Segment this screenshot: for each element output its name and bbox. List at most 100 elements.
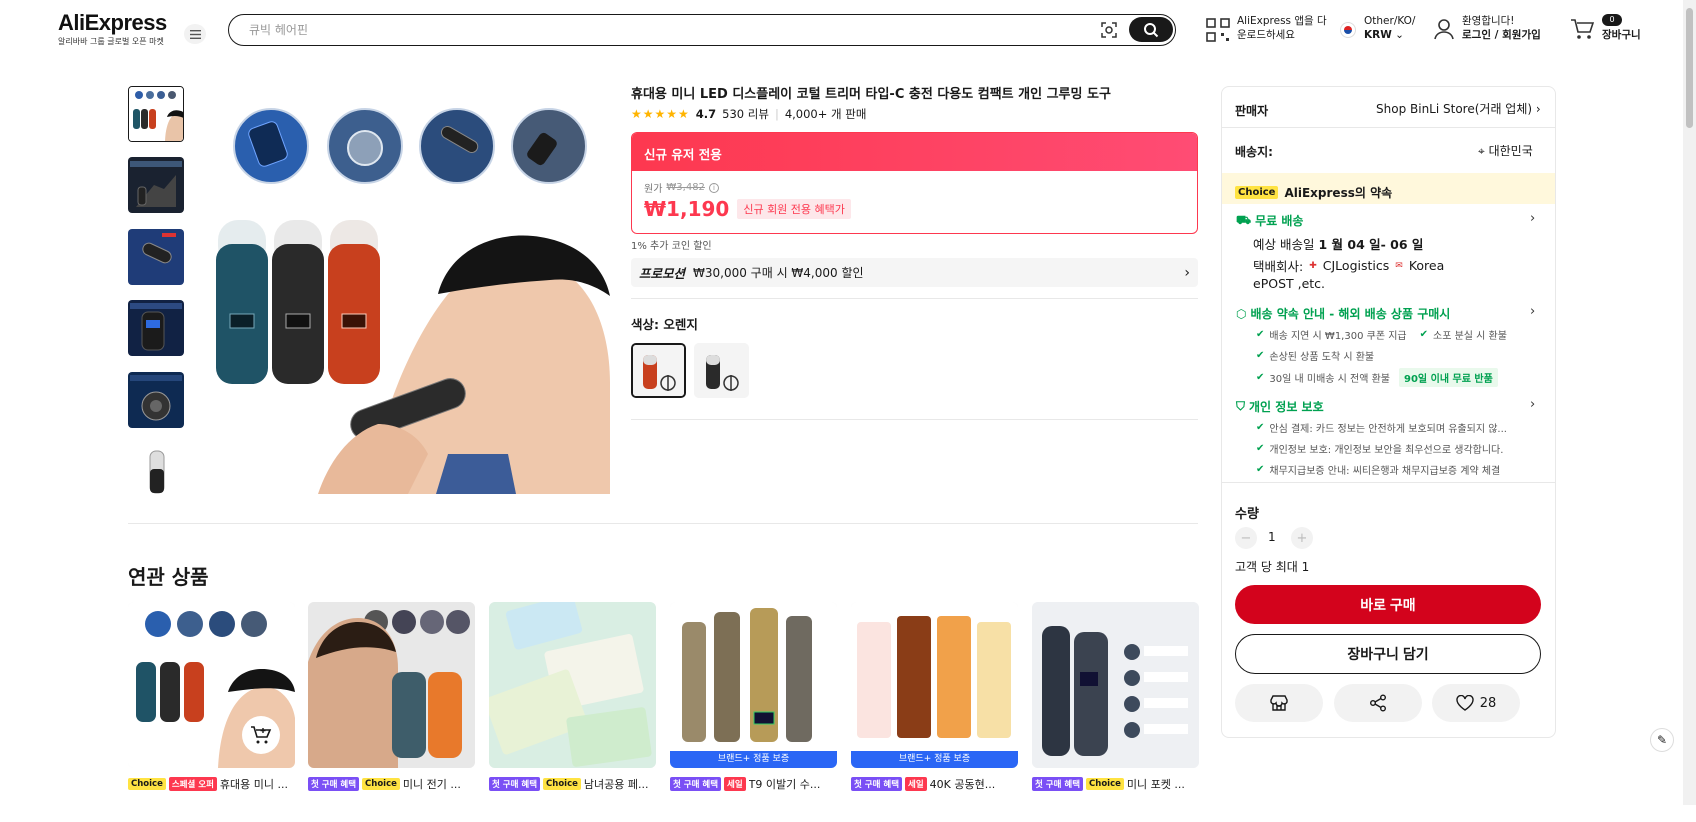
related-product-image [308,602,475,768]
related-product-name: 미니 포켓 ... [1126,778,1185,791]
login-signup-link[interactable]: 로그인 / 회원가입 [1462,29,1541,41]
gallery-thumbnail[interactable] [128,300,184,356]
aliexpress-logo[interactable]: AliExpress [58,10,167,36]
related-product-card[interactable]: 첫 구매 혜택 Choice 남녀공용 페... [489,602,656,822]
choice-tag: Choice [543,778,581,790]
main-product-image[interactable] [208,84,610,494]
first-purchase-tag: 첫 구매 혜택 [308,777,360,791]
privacy-text: 안심 결제: 카드 정보는 안전하게 보호되며 유출되지 않... [1269,424,1507,435]
promo-header: 신규 유저 전용 [632,133,1197,171]
guarantee-item: ✔ 30일 내 미배송 시 전액 환불 90일 이내 무료 반품 [1256,368,1498,387]
product-thumbnail-image [128,300,184,356]
wishlist-button[interactable]: 28 [1432,684,1520,722]
seller-link[interactable]: Shop BinLi Store(거래 업체) › [1376,100,1541,117]
star-rating-icon: ★★★★★ [631,107,690,121]
share-button[interactable] [1334,684,1422,722]
divider [631,419,1198,420]
orange-variant-image [633,345,684,396]
quantity-limit: 고객 당 최대 1 [1235,560,1310,574]
first-purchase-tag: 첫 구매 혜택 [670,777,722,791]
free-shipping-title[interactable]: ⛟ 무료 배송 [1236,212,1303,229]
gallery-thumbnail[interactable] [128,443,184,499]
shield-icon: ⛉ [1236,399,1246,413]
share-icon [1370,694,1386,712]
search-button[interactable] [1129,17,1173,42]
related-product-image: 브랜드+ 정품 보증 [670,602,837,768]
check-icon: ✔ [1256,329,1265,340]
add-to-cart-button[interactable] [242,716,280,754]
menu-button[interactable] [184,24,206,44]
page-scrollbar[interactable] [1683,0,1696,805]
quantity-decrease-button[interactable]: − [1235,527,1257,549]
privacy-title[interactable]: ⛉ 개인 정보 보호 [1236,398,1324,415]
color-option-orange[interactable] [631,343,686,398]
choice-badge: Choice [1235,186,1279,199]
related-product-card[interactable]: Choice 스페셜 오퍼 휴대용 미니 ... [128,602,295,822]
gallery-thumbnail[interactable] [128,86,184,142]
gallery-thumbnail[interactable] [128,372,184,428]
welcome-text: 환영합니다! [1462,15,1515,27]
ship-to-label: 배송지: [1235,145,1273,159]
store-button[interactable] [1235,684,1323,722]
delivery-guarantee-title[interactable]: ⬡ 배송 약속 안내 - 해외 배송 상품 구매시 [1236,305,1450,322]
brand-guarantee-bar: 브랜드+ 정품 보증 [670,751,837,768]
promotion-label: 프로모션 [639,266,686,281]
chevron-right-icon[interactable]: › [1530,211,1535,226]
privacy-item: ✔ 채무지급보증 안내: 씨티은행과 채무지급보증 계약 체결 [1256,462,1500,477]
account-menu[interactable]: 환영합니다! 로그인 / 회원가입 [1434,14,1541,42]
carrier-label: 택배회사: [1253,259,1304,274]
app-download-line1: AliExpress 앱을 다 [1237,15,1327,27]
quantity-value[interactable]: 1 [1268,530,1276,544]
sale-tag: 세일 [724,777,746,791]
chevron-right-icon[interactable]: › [1530,397,1535,412]
related-product-card[interactable]: 브랜드+ 정품 보증 첫 구매 혜택 세일 T9 이발기 수... [670,602,837,822]
related-product-name: 40K 공동현... [929,778,996,791]
color-option-black[interactable] [694,343,749,398]
sale-tag: 세일 [905,777,927,791]
edit-feedback-button[interactable]: ✎ [1650,728,1674,752]
related-product-card[interactable]: 브랜드+ 정품 보증 첫 구매 혜택 세일 40K 공동현... [851,602,1018,822]
related-product-card[interactable]: 첫 구매 혜택 Choice 미니 포켓 ... [1032,602,1199,822]
choice-promise-text: AliExpress의 약속 [1284,186,1393,200]
ship-to-selector[interactable]: ⌖ 대한민국 [1478,142,1533,159]
ship-to-country: 대한민국 [1488,144,1533,158]
logo-subtitle: 알리바바 그룹 글로벌 오픈 마켓 [58,37,164,46]
cart-count-badge: 0 [1602,14,1622,26]
guarantee-text: 30일 내 미배송 시 전액 환불 [1269,374,1391,385]
chevron-right-icon: › [1184,264,1190,281]
divider [1222,482,1555,483]
gallery-thumbnail[interactable] [128,229,184,285]
brand-guarantee-bar: 브랜드+ 정품 보증 [851,751,1018,768]
promotion-row[interactable]: 프로모션 ₩30,000 구매 시 ₩4,000 할인 › [631,258,1198,287]
scrollbar-thumb[interactable] [1686,8,1693,128]
original-price: ₩3,482 [666,182,705,193]
privacy-item: ✔ 개인정보 보호: 개인정보 보안을 최우선으로 생각합니다. [1256,441,1503,456]
locale-line1: Other/KO/ [1364,15,1416,27]
search-input[interactable] [249,21,1069,39]
currency-code: KRW [1364,29,1392,41]
rating-row: ★★★★★ 4.7 530 리뷰 | 4,000+ 개 판매 [631,106,866,122]
related-product-card[interactable]: 첫 구매 혜택 Choice 미니 전기 ... [308,602,475,822]
privacy-text: 개인정보 보호: 개인정보 보안을 최우선으로 생각합니다. [1269,445,1504,456]
check-icon: ✔ [1256,372,1265,383]
info-icon[interactable]: i [708,182,719,193]
chevron-right-icon[interactable]: › [1530,304,1535,319]
buy-now-button[interactable]: 바로 구매 [1235,585,1541,624]
promotion-text: ₩30,000 구매 시 ₩4,000 할인 [693,266,864,280]
image-search-button[interactable] [1097,19,1121,41]
check-icon: ✔ [1419,329,1428,340]
carrier-cj: CJLogistics [1322,258,1390,273]
first-purchase-tag: 첫 구매 혜택 [489,777,541,791]
review-count[interactable]: 530 리뷰 [722,106,769,122]
locale-selector[interactable]: Other/KO/ KRW ⌄ [1340,14,1415,42]
related-product-image [489,602,656,768]
new-user-price-box: 신규 유저 전용 원가 ₩3,482 i ₩1,190 신규 회원 전용 혜택가 [631,132,1198,234]
quantity-increase-button[interactable]: + [1291,527,1313,549]
carrier-row: 택배회사: ✚ CJLogistics ✉ Korea [1253,256,1444,275]
add-to-cart-button[interactable]: 장바구니 담기 [1235,634,1541,674]
first-purchase-tag: 첫 구매 혜택 [1032,777,1084,791]
app-download[interactable]: AliExpress 앱을 다 운로드하세요 [1206,14,1327,42]
cart-icon [1571,19,1594,39]
cj-logo-icon: ✚ [1309,260,1317,271]
gallery-thumbnail[interactable] [128,157,184,213]
